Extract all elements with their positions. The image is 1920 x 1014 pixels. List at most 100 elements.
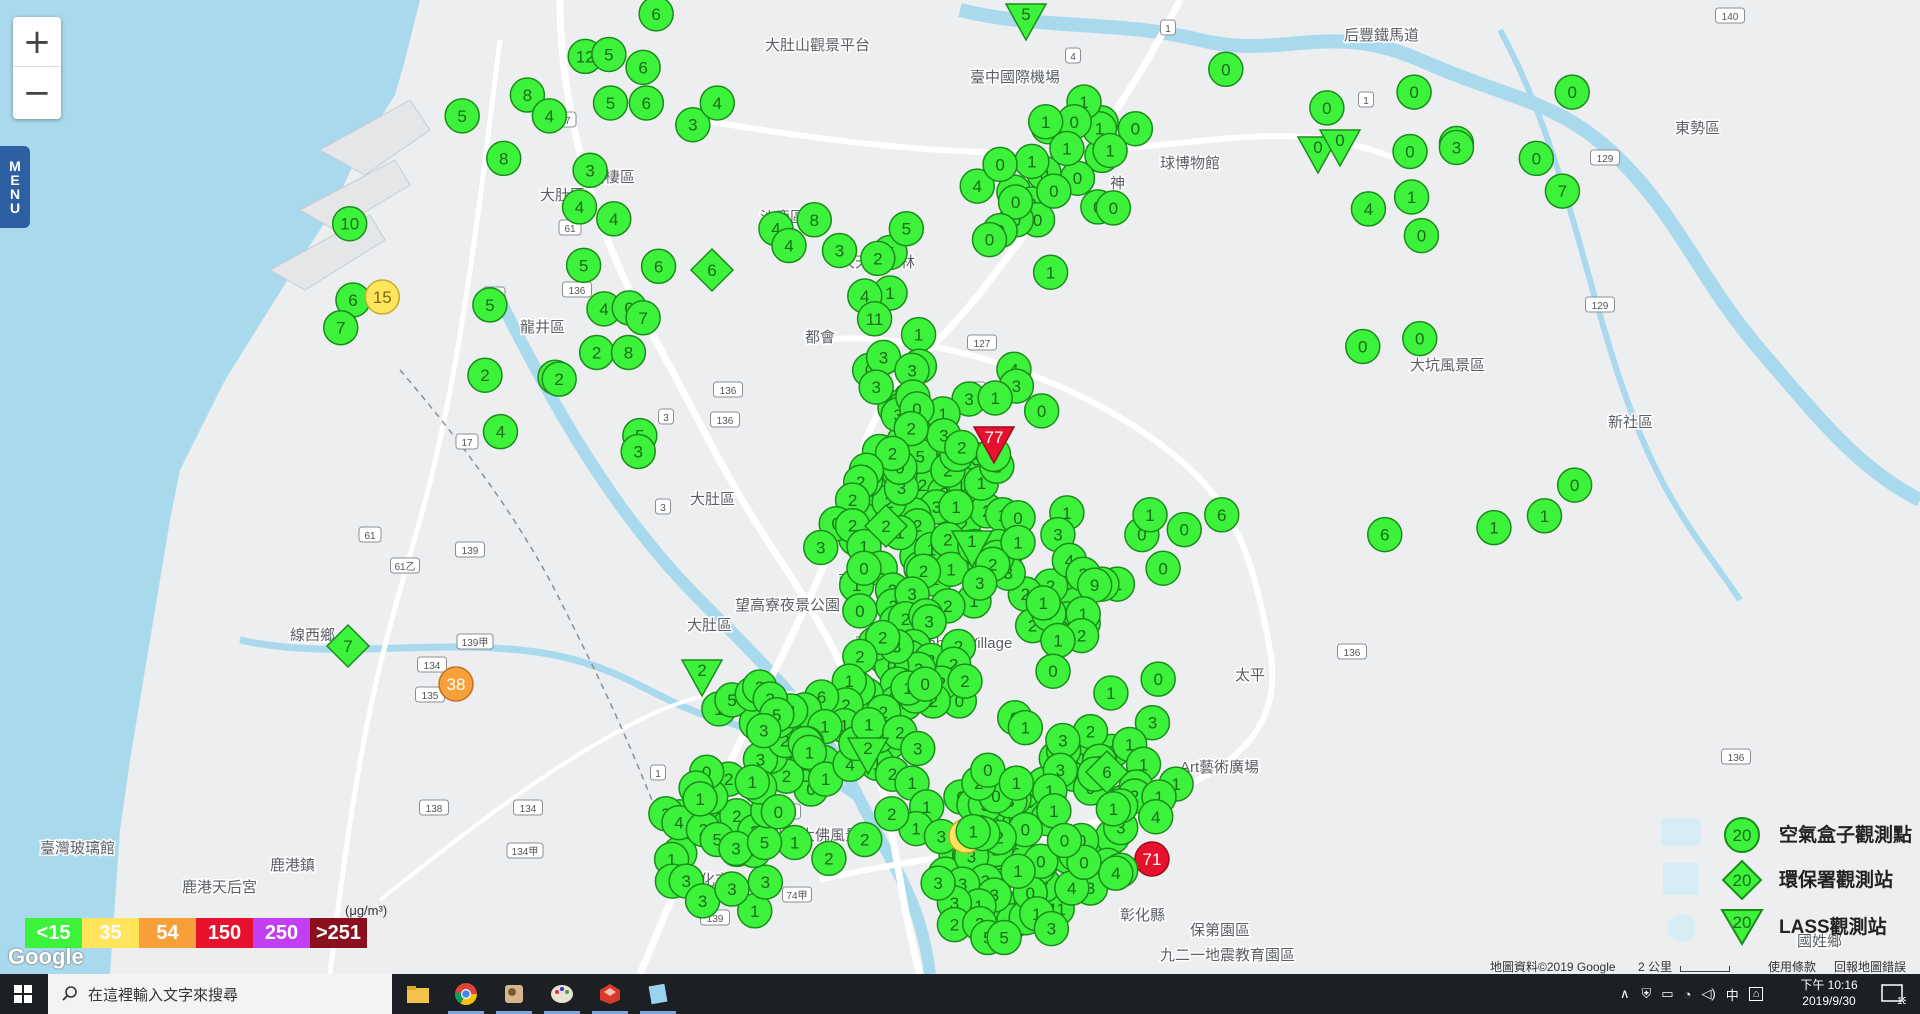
lass-station-marker[interactable]: 2 — [680, 659, 724, 698]
security-tray-icon[interactable]: ⛨ — [1642, 986, 1652, 1002]
airbox-marker[interactable]: 3 — [745, 712, 782, 749]
airbox-marker[interactable]: 8 — [610, 334, 647, 371]
airbox-marker[interactable]: 2 — [811, 840, 847, 877]
airbox-marker[interactable]: 5 — [444, 98, 480, 134]
airbox-marker[interactable]: 3 — [572, 152, 608, 189]
airbox-marker[interactable]: 4 — [561, 189, 598, 225]
airbox-marker[interactable]: 15 — [364, 279, 401, 315]
airbox-marker[interactable]: 1 — [1040, 622, 1076, 659]
airbox-marker[interactable]: 1 — [998, 765, 1035, 801]
airbox-marker[interactable]: 0 — [1518, 140, 1555, 177]
notification-center-button[interactable]: 18 — [1880, 982, 1909, 1007]
airbox-marker[interactable]: 0 — [1035, 653, 1071, 689]
airbox-marker[interactable]: 0 — [982, 146, 1018, 183]
airbox-marker[interactable]: 6 — [1204, 497, 1240, 533]
airbox-marker[interactable]: 6 — [1367, 516, 1403, 553]
airbox-marker[interactable]: 2 — [873, 796, 910, 832]
airbox-marker[interactable]: 2 — [947, 663, 983, 699]
airbox-marker[interactable]: 3 — [747, 864, 784, 900]
airbox-marker[interactable]: 7 — [322, 309, 359, 346]
airbox-marker[interactable]: 4 — [482, 413, 519, 450]
airbox-marker[interactable]: 6 — [638, 0, 674, 32]
zoom-in-button[interactable]: + — [13, 17, 61, 67]
airbox-marker[interactable]: 0 — [1095, 190, 1132, 226]
airbox-marker[interactable]: 2 — [578, 334, 615, 371]
airbox-marker[interactable]: 5 — [591, 36, 627, 73]
airbox-marker[interactable]: 0 — [1140, 661, 1176, 697]
airbox-marker[interactable]: 1 — [1132, 497, 1168, 533]
airbox-marker[interactable]: 8 — [796, 202, 832, 238]
airbox-marker[interactable]: 2 — [860, 240, 896, 277]
airbox-marker[interactable]: 0 — [1023, 393, 1060, 429]
tray-expand-icon[interactable]: ∧ — [1620, 986, 1630, 1002]
ime-indicator[interactable]: 中 — [1726, 985, 1739, 1004]
zoom-out-button[interactable]: − — [13, 68, 61, 118]
paint-app-icon[interactable] — [490, 974, 538, 1014]
airbox-marker[interactable]: 1 — [1095, 791, 1132, 827]
wifi-tray-icon[interactable]: ◔ — [1684, 987, 1692, 1002]
airbox-marker[interactable]: 4 — [1098, 855, 1134, 891]
start-button[interactable] — [0, 974, 46, 1014]
airbox-marker[interactable]: 2 — [467, 357, 503, 393]
airbox-marker[interactable]: 3 — [858, 369, 894, 405]
input-mode-icon[interactable]: ⌂ — [1748, 987, 1764, 1001]
airbox-marker[interactable]: 4 — [596, 201, 632, 237]
chrome-icon[interactable] — [442, 974, 490, 1014]
airbox-marker[interactable]: 1 — [851, 706, 887, 743]
airbox-marker[interactable]: 4 — [699, 85, 736, 121]
airbox-marker[interactable]: 4 — [771, 227, 807, 264]
airbox-marker[interactable]: 71 — [1134, 841, 1170, 877]
airbox-marker[interactable]: 2 — [847, 821, 883, 858]
airbox-marker[interactable]: 1 — [977, 380, 1013, 416]
air-quality-map[interactable]: 梧棲區沙鹿區龍井區大肚區大肚區線西鄉鹿港鎮彰化市臺中國際機場東勢區新社區大坑風景… — [0, 0, 1920, 974]
airbox-marker[interactable]: 38 — [438, 666, 474, 702]
airbox-marker[interactable]: 5 — [565, 247, 602, 284]
airbox-marker[interactable]: 0 — [1046, 822, 1083, 859]
airbox-marker[interactable]: 0 — [1344, 328, 1381, 365]
airbox-marker[interactable]: 3 — [714, 871, 750, 907]
taskbar-search-box[interactable]: 在這裡輸入文字來搜尋 — [48, 974, 392, 1014]
google-logo[interactable]: Google — [8, 944, 84, 970]
airbox-marker[interactable]: 1 — [900, 316, 937, 353]
airbox-marker[interactable]: 1 — [1526, 498, 1563, 534]
airbox-marker[interactable]: 4 — [531, 98, 568, 134]
notes-app-icon[interactable] — [634, 974, 682, 1014]
airbox-marker[interactable]: 5 — [888, 210, 925, 247]
volume-tray-icon[interactable]: ◁) — [1701, 986, 1715, 1002]
map-canvas[interactable]: 梧棲區沙鹿區龍井區大肚區大肚區線西鄉鹿港鎮彰化市臺中國際機場東勢區新社區大坑風景… — [0, 0, 1920, 974]
airbox-marker[interactable]: 1 — [1092, 132, 1128, 169]
airbox-marker[interactable]: 3 — [920, 865, 956, 901]
airbox-marker[interactable]: 0 — [1036, 173, 1072, 209]
airbox-marker[interactable]: 1 — [1025, 585, 1062, 621]
airbox-marker[interactable]: 3 — [620, 433, 656, 470]
scale-bar-label[interactable]: 2 公里 — [1638, 958, 1672, 974]
sketchup-icon[interactable] — [586, 974, 634, 1014]
airbox-marker[interactable]: 6 — [628, 85, 665, 121]
airbox-marker[interactable]: 0 — [1396, 74, 1432, 110]
airbox-marker[interactable]: 1 — [1393, 179, 1430, 215]
airbox-marker[interactable]: 1 — [682, 781, 718, 817]
palette-app-icon[interactable] — [538, 974, 586, 1014]
airbox-marker[interactable]: 1 — [1093, 675, 1129, 711]
airbox-marker[interactable]: 3 — [900, 730, 936, 767]
airbox-marker[interactable]: 1 — [776, 824, 813, 861]
taskbar-clock[interactable]: 下午 10:16 2019/9/30 — [1784, 977, 1874, 1009]
airbox-marker[interactable]: 3 — [821, 232, 858, 269]
airbox-marker[interactable]: 0 — [1556, 467, 1593, 503]
airbox-marker[interactable]: 0 — [760, 794, 797, 830]
airbox-marker[interactable]: 1 — [955, 813, 991, 850]
airbox-marker[interactable]: 5 — [592, 85, 629, 121]
airbox-marker[interactable]: 3 — [1438, 129, 1475, 166]
airbox-marker[interactable]: 7 — [625, 300, 661, 336]
airbox-marker[interactable]: 4 — [1350, 191, 1387, 227]
airbox-marker[interactable]: 0 — [1392, 133, 1428, 170]
airbox-marker[interactable]: 3 — [1033, 910, 1070, 947]
airbox-marker[interactable]: 2 — [944, 429, 980, 466]
airbox-marker[interactable]: 3 — [961, 565, 998, 601]
airbox-marker[interactable]: 10 — [331, 205, 368, 242]
epa-station-marker[interactable]: 6 — [689, 247, 735, 293]
airbox-marker[interactable]: 11 — [856, 301, 893, 337]
airbox-marker[interactable]: 2 — [541, 361, 577, 397]
airbox-marker[interactable]: 1 — [938, 489, 974, 525]
file-explorer-icon[interactable] — [394, 974, 442, 1014]
